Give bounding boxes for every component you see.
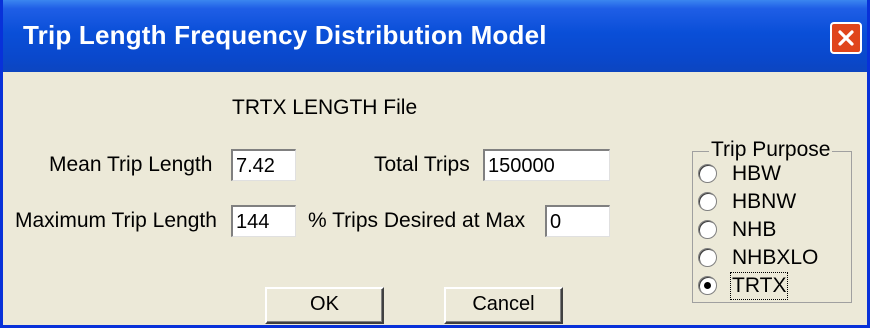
radio-button-icon[interactable] bbox=[698, 192, 717, 211]
radio-label-hbnw: HBNW bbox=[732, 190, 797, 213]
radio-label-nhbxlo: NHBXLO bbox=[732, 246, 819, 269]
radio-button-icon[interactable] bbox=[698, 248, 717, 267]
radio-label-hbw: HBW bbox=[732, 162, 781, 185]
mean-trip-length-field[interactable] bbox=[231, 149, 296, 181]
pct-trips-desired-label: % Trips Desired at Max bbox=[308, 209, 526, 232]
radio-button-icon[interactable] bbox=[698, 164, 717, 183]
radio-dot-icon bbox=[704, 282, 711, 289]
trip-purpose-title: Trip Purpose bbox=[709, 138, 833, 162]
file-heading: TRTX LENGTH File bbox=[232, 96, 418, 119]
maximum-trip-length-label: Maximum Trip Length bbox=[15, 209, 217, 232]
dialog-window: Trip Length Frequency Distribution Model… bbox=[0, 0, 870, 328]
title-bar[interactable]: Trip Length Frequency Distribution Model bbox=[3, 0, 867, 72]
ok-button[interactable]: OK bbox=[265, 287, 384, 324]
mean-trip-length-label: Mean Trip Length bbox=[49, 153, 213, 176]
total-trips-field[interactable] bbox=[483, 149, 610, 181]
radio-button-selected-icon[interactable] bbox=[698, 276, 717, 295]
radio-label-trtx: TRTX bbox=[729, 272, 789, 300]
pct-trips-desired-field[interactable] bbox=[545, 205, 610, 237]
radio-button-icon[interactable] bbox=[698, 220, 717, 239]
close-button[interactable] bbox=[830, 22, 862, 54]
maximum-trip-length-field[interactable] bbox=[231, 205, 296, 237]
cancel-button[interactable]: Cancel bbox=[444, 287, 563, 324]
close-icon bbox=[838, 30, 854, 46]
radio-label-nhb: NHB bbox=[732, 218, 777, 241]
window-title: Trip Length Frequency Distribution Model bbox=[23, 20, 547, 50]
total-trips-label: Total Trips bbox=[374, 153, 470, 176]
